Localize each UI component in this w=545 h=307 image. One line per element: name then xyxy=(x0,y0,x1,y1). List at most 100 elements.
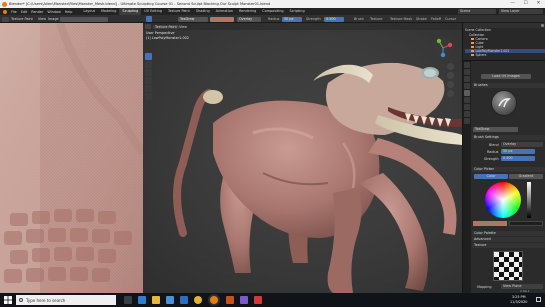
image-editor-canvas[interactable] xyxy=(0,23,143,293)
modifier-tab-icon[interactable] xyxy=(464,104,470,110)
texture-preview[interactable] xyxy=(493,251,523,281)
tab-sculpting[interactable]: Sculpting xyxy=(119,8,142,15)
brush-settings-section-label: Brush Settings xyxy=(474,135,499,139)
value-slider[interactable] xyxy=(527,182,531,218)
windows-start-icon[interactable] xyxy=(4,296,12,304)
view-layer-label: View Layer xyxy=(501,9,520,13)
blend-dropdown[interactable]: Overlay xyxy=(501,142,543,147)
texture-menu[interactable]: Texture xyxy=(370,17,382,21)
material-tab-icon[interactable] xyxy=(464,111,470,117)
color-tab[interactable]: Color xyxy=(474,174,508,179)
outliner-filter-icon[interactable] xyxy=(541,24,544,27)
strength-slider-props[interactable]: 0.500 xyxy=(501,156,535,161)
monster-sculpt xyxy=(173,62,462,293)
clock-time: 3:25 PM xyxy=(511,295,526,299)
brush-name-field-props[interactable]: TexDraw xyxy=(473,127,518,132)
app-icon[interactable] xyxy=(254,296,262,304)
outliner: Scene Collection Collection Camera Cube … xyxy=(462,23,545,60)
cursor-menu[interactable]: Cursor xyxy=(445,17,456,21)
color-picker-section-header[interactable]: Color Picker xyxy=(472,167,545,172)
stroke-menu[interactable]: Stroke xyxy=(416,17,427,21)
tool-tab-icon[interactable] xyxy=(464,62,470,68)
tool-header: Texture Paint View Image TexDraw Overlay… xyxy=(0,15,545,23)
tab-rendering[interactable]: Rendering xyxy=(236,8,259,15)
task-view-icon[interactable] xyxy=(124,296,132,304)
camera-icon xyxy=(471,37,474,40)
blender-logo-icon xyxy=(2,1,7,7)
color-palette-section-header[interactable]: Color Palette xyxy=(472,231,545,236)
title-bar: Blender* [C:\Users\Allen\Monster\Files\M… xyxy=(0,0,545,8)
brushes-section-label: Brushes xyxy=(474,83,488,87)
texture-tab-icon[interactable] xyxy=(464,118,470,124)
menu-render[interactable]: Render xyxy=(31,10,43,14)
maximize-button[interactable]: ☐ xyxy=(519,0,532,8)
3d-viewport[interactable]: Texture Paint View User Perspective (1) … xyxy=(143,23,462,293)
gradient-tab[interactable]: Gradient xyxy=(509,174,543,179)
tab-uv-editing[interactable]: UV Editing xyxy=(141,8,165,15)
tab-scripting[interactable]: Scripting xyxy=(287,8,308,15)
tab-compositing[interactable]: Compositing xyxy=(259,8,286,15)
app-icon[interactable] xyxy=(240,296,248,304)
tray-clock[interactable]: 3:25 PM 11/3/2020 xyxy=(510,295,527,304)
workspace-tabs: Layout Modeling Sculpting UV Editing Tex… xyxy=(80,8,307,15)
app-icon[interactable] xyxy=(226,296,234,304)
menu-file[interactable]: File xyxy=(11,10,17,14)
secondary-color-swatch[interactable] xyxy=(509,221,543,226)
mesh-icon xyxy=(471,53,474,56)
tab-modeling[interactable]: Modeling xyxy=(98,8,119,15)
radius-slider-props[interactable]: 50 px xyxy=(501,149,535,154)
active-tool-tab-icon[interactable] xyxy=(464,90,470,96)
scene-selector[interactable]: Scene xyxy=(458,9,496,14)
tab-layout[interactable]: Layout xyxy=(80,8,98,15)
close-button[interactable]: ✕ xyxy=(532,0,545,8)
scene-collection-row[interactable]: Scene Collection xyxy=(465,28,545,32)
menu-help[interactable]: Help xyxy=(65,10,73,14)
left-mode-dropdown[interactable]: Texture Paint xyxy=(11,17,33,21)
menu-window[interactable]: Window xyxy=(47,10,60,14)
strength-slider[interactable]: 0.500 xyxy=(324,16,344,22)
notification-icon[interactable] xyxy=(536,297,541,302)
radius-slider[interactable]: 50 px xyxy=(282,16,302,22)
texture-mask-menu[interactable]: Texture Mask xyxy=(390,17,412,21)
view-layer-selector[interactable]: View Layer xyxy=(499,9,543,14)
taskbar: Type here to search 3:25 PM 11/3/2020 xyxy=(0,293,545,307)
render-tab-icon[interactable] xyxy=(464,69,470,75)
outliner-row[interactable]: Sphere xyxy=(465,53,545,57)
load-uv-button[interactable]: Load UV Images xyxy=(481,74,531,79)
advanced-section-header[interactable]: Advanced xyxy=(472,237,545,242)
left-editor-type-icon[interactable] xyxy=(2,16,9,22)
taskbar-search[interactable]: Type here to search xyxy=(16,295,116,305)
chrome-icon[interactable] xyxy=(194,296,202,304)
left-image-menu[interactable]: Image xyxy=(48,17,59,21)
left-image-field[interactable] xyxy=(60,16,108,22)
tab-shading[interactable]: Shading xyxy=(193,8,213,15)
tab-animation[interactable]: Animation xyxy=(213,8,236,15)
scene-tab-icon[interactable] xyxy=(464,83,470,89)
minimize-button[interactable]: — xyxy=(506,0,519,8)
brush-settings-section-header[interactable]: Brush Settings xyxy=(472,135,545,140)
blend-mode-dropdown[interactable]: Overlay xyxy=(237,16,261,22)
brush-color-swatch[interactable] xyxy=(210,16,234,22)
file-explorer-icon[interactable] xyxy=(152,296,160,304)
search-placeholder: Type here to search xyxy=(26,298,66,303)
menu-bar: File Edit Render Window Help Layout Mode… xyxy=(0,8,545,15)
falloff-menu[interactable]: Falloff xyxy=(431,17,441,21)
output-tab-icon[interactable] xyxy=(464,76,470,82)
menu-edit[interactable]: Edit xyxy=(21,10,28,14)
blend-label: Blend xyxy=(489,143,499,147)
object-tab-icon[interactable] xyxy=(464,97,470,103)
brush-menu[interactable]: Brush xyxy=(354,17,364,21)
brushes-section-header[interactable]: Brushes xyxy=(472,83,545,88)
brush-name-field[interactable]: TexDraw xyxy=(178,16,208,22)
mail-icon[interactable] xyxy=(180,296,188,304)
store-icon[interactable] xyxy=(166,296,174,304)
left-view-menu[interactable]: View xyxy=(38,17,46,21)
paint-tool-icon[interactable] xyxy=(146,16,152,22)
texture-section-header[interactable]: Texture xyxy=(472,243,545,248)
blender-taskbar-icon[interactable] xyxy=(210,296,218,304)
tab-texture-paint[interactable]: Texture Paint xyxy=(165,8,193,15)
edge-icon[interactable] xyxy=(138,296,146,304)
texture-section-label: Texture xyxy=(474,243,487,247)
blender-menu-icon[interactable] xyxy=(3,9,7,14)
primary-color-swatch[interactable] xyxy=(473,221,507,226)
